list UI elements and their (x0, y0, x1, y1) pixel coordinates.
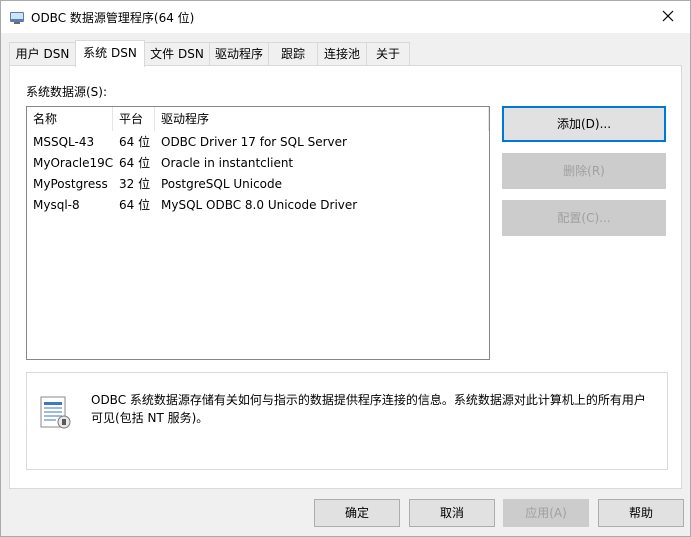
tab-file-dsn[interactable]: 文件 DSN (144, 42, 210, 66)
column-header-platform[interactable]: 平台 (113, 107, 155, 131)
dsn-driver-cell: PostgreSQL Unicode (161, 177, 283, 191)
dsn-name-cell: MSSQL-43 (33, 135, 95, 149)
apply-button[interactable]: 应用(A) (503, 499, 589, 527)
system-dsn-panel: 系统数据源(S): 名称 平台 驱动程序 MSSQL-43 64 位 ODBC … (9, 65, 682, 489)
tab-about[interactable]: 关于 (366, 42, 410, 66)
cancel-button[interactable]: 取消 (409, 499, 495, 527)
dsn-platform-cell: 64 位 (119, 135, 151, 149)
close-button[interactable] (646, 1, 690, 33)
close-icon (662, 10, 674, 25)
list-header: 名称 平台 驱动程序 (27, 107, 489, 131)
odbc-admin-window: ODBC 数据源管理程序(64 位) 用户 DSN 系统 DSN 文件 DSN … (0, 0, 691, 537)
data-source-info-icon (37, 395, 73, 431)
table-row[interactable]: MyPostgress 32 位 PostgreSQL Unicode (27, 174, 489, 195)
info-description: ODBC 系统数据源存储有关如何与指示的数据提供程序连接的信息。系统数据源对此计… (91, 393, 646, 425)
tab-drivers[interactable]: 驱动程序 (209, 42, 269, 66)
ok-button[interactable]: 确定 (314, 499, 400, 527)
dsn-platform-cell: 32 位 (119, 177, 151, 191)
dsn-name-cell: MyOracle19C (33, 156, 114, 170)
remove-button[interactable]: 删除(R) (502, 153, 666, 189)
tab-tracing[interactable]: 跟踪 (268, 42, 318, 66)
dsn-platform-cell: 64 位 (119, 156, 151, 170)
dsn-driver-cell: ODBC Driver 17 for SQL Server (161, 135, 347, 149)
configure-button[interactable]: 配置(C)... (502, 200, 666, 236)
column-header-name[interactable]: 名称 (27, 107, 113, 131)
table-row[interactable]: MSSQL-43 64 位 ODBC Driver 17 for SQL Ser… (27, 132, 489, 153)
dsn-platform-cell: 64 位 (119, 198, 151, 212)
tab-user-dsn[interactable]: 用户 DSN (9, 42, 76, 66)
odbc-app-icon (9, 9, 25, 25)
dsn-driver-cell: Oracle in instantclient (161, 156, 294, 170)
tab-system-dsn[interactable]: 系统 DSN (75, 40, 145, 67)
dsn-name-cell: MyPostgress (33, 177, 108, 191)
system-dsn-list[interactable]: 名称 平台 驱动程序 MSSQL-43 64 位 ODBC Driver 17 … (26, 106, 490, 360)
table-row[interactable]: MyOracle19C 64 位 Oracle in instantclient (27, 153, 489, 174)
table-row[interactable]: Mysql-8 64 位 MySQL ODBC 8.0 Unicode Driv… (27, 195, 489, 216)
system-data-sources-label: 系统数据源(S): (26, 85, 108, 99)
info-box: ODBC 系统数据源存储有关如何与指示的数据提供程序连接的信息。系统数据源对此计… (26, 372, 668, 470)
tab-connection-pooling[interactable]: 连接池 (317, 42, 367, 66)
dsn-name-cell: Mysql-8 (33, 198, 80, 212)
dsn-driver-cell: MySQL ODBC 8.0 Unicode Driver (161, 198, 358, 212)
help-button[interactable]: 帮助 (598, 499, 684, 527)
add-button[interactable]: 添加(D)... (502, 106, 666, 142)
column-header-driver[interactable]: 驱动程序 (155, 107, 489, 131)
window-title: ODBC 数据源管理程序(64 位) (31, 11, 195, 25)
title-bar[interactable]: ODBC 数据源管理程序(64 位) (1, 1, 690, 33)
